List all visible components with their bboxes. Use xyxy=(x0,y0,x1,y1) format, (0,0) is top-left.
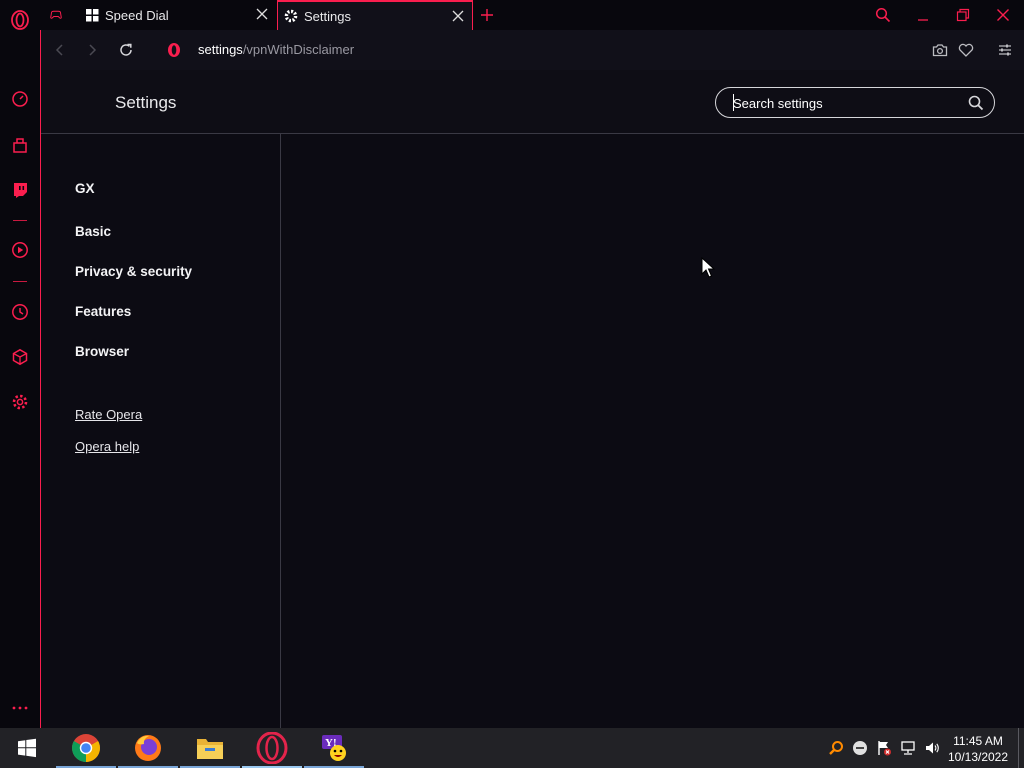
search-box[interactable] xyxy=(715,87,995,118)
url-text[interactable]: settings/vpnWithDisclaimer xyxy=(198,42,354,57)
opera-help-link[interactable]: Opera help xyxy=(75,439,139,454)
rate-opera-link[interactable]: Rate Opera xyxy=(75,407,142,422)
forward-button[interactable] xyxy=(83,41,101,59)
new-tab-button[interactable] xyxy=(480,0,496,30)
sidebar-separator xyxy=(13,281,27,282)
heart-icon[interactable] xyxy=(957,41,975,59)
url-host: settings xyxy=(198,42,243,57)
gx-tab-menu-icon[interactable] xyxy=(50,0,62,30)
opera-gx-icon xyxy=(256,732,288,764)
volume-icon[interactable] xyxy=(924,740,940,756)
gx-control-icon[interactable] xyxy=(10,89,30,109)
close-tab-icon[interactable] xyxy=(452,10,464,22)
clock-date: 10/13/2022 xyxy=(947,750,1009,764)
nav-item-basic[interactable]: Basic xyxy=(75,224,111,239)
back-button[interactable] xyxy=(51,41,69,59)
tab-settings[interactable]: Settings xyxy=(277,0,473,30)
reload-button[interactable] xyxy=(117,41,135,59)
extensions-icon[interactable] xyxy=(10,347,30,367)
clock-time: 11:45 AM xyxy=(953,734,1003,748)
more-options-icon[interactable] xyxy=(10,698,30,718)
nav-item-gx[interactable]: GX xyxy=(75,181,95,196)
taskbar-chrome[interactable] xyxy=(56,728,116,768)
tab-strip: Speed Dial Settings xyxy=(40,0,1024,30)
firefox-icon xyxy=(135,735,161,761)
sidebar-separator xyxy=(13,220,27,221)
opera-logo-icon xyxy=(165,41,183,59)
tab-search-icon[interactable] xyxy=(874,6,892,24)
mouse-cursor-icon xyxy=(701,257,715,278)
chrome-icon xyxy=(72,734,100,762)
settings-page: Settings GX Basic Privacy & security Fea… xyxy=(40,70,1024,728)
tab-title: Settings xyxy=(304,8,351,24)
action-center-flag-icon[interactable] xyxy=(876,740,892,756)
taskbar-file-explorer[interactable] xyxy=(180,728,240,768)
restore-button[interactable] xyxy=(954,6,972,24)
taskbar-firefox[interactable] xyxy=(118,728,178,768)
gx-corner-icon[interactable] xyxy=(10,135,30,155)
start-button[interactable] xyxy=(0,728,54,768)
taskbar: Y! 11:45 AM 10/13/2022 xyxy=(0,728,1024,768)
tab-title: Speed Dial xyxy=(105,7,169,23)
taskbar-opera-gx[interactable] xyxy=(242,728,302,768)
nav-item-privacy-security[interactable]: Privacy & security xyxy=(75,264,192,279)
tab-speed-dial[interactable]: Speed Dial xyxy=(86,0,276,30)
show-desktop-button[interactable] xyxy=(1018,728,1019,768)
settings-gear-icon[interactable] xyxy=(10,392,30,412)
nav-item-features[interactable]: Features xyxy=(75,304,131,319)
browser-window: Speed Dial Settings settings/vpnWithDisc… xyxy=(0,0,1024,728)
text-caret xyxy=(733,94,734,111)
minimize-button[interactable] xyxy=(914,6,932,24)
url-path: /vpnWithDisclaimer xyxy=(242,42,355,57)
gear-icon xyxy=(284,9,298,23)
yahoo-messenger-icon: Y! xyxy=(322,735,346,761)
history-icon[interactable] xyxy=(10,302,30,322)
settings-content xyxy=(282,134,1024,728)
clock[interactable]: 11:45 AM 10/13/2022 xyxy=(940,733,1016,765)
twitch-icon[interactable] xyxy=(10,180,30,200)
settings-nav: GX Basic Privacy & security Features Bro… xyxy=(41,134,281,728)
nav-item-browser[interactable]: Browser xyxy=(75,344,129,359)
player-icon[interactable] xyxy=(10,240,30,260)
plus-icon xyxy=(481,9,493,21)
search-tray-icon[interactable] xyxy=(828,740,844,756)
easy-setup-icon[interactable] xyxy=(996,41,1014,59)
taskbar-yahoo-messenger[interactable]: Y! xyxy=(304,728,364,768)
close-window-button[interactable] xyxy=(994,6,1012,24)
settings-header: Settings xyxy=(41,70,1024,134)
network-icon[interactable] xyxy=(900,740,916,756)
search-input[interactable] xyxy=(733,94,963,112)
opera-menu-icon[interactable] xyxy=(10,10,30,30)
search-icon[interactable] xyxy=(968,95,984,111)
close-tab-icon[interactable] xyxy=(256,8,268,20)
address-bar: settings/vpnWithDisclaimer xyxy=(40,30,1024,70)
speed-dial-icon xyxy=(86,8,99,21)
page-title: Settings xyxy=(115,93,177,112)
snapshot-camera-icon[interactable] xyxy=(931,41,949,59)
windows-logo-icon xyxy=(18,738,36,758)
folder-icon xyxy=(197,739,223,759)
gx-sidebar xyxy=(0,0,40,728)
status-tray-icon[interactable] xyxy=(852,740,868,756)
